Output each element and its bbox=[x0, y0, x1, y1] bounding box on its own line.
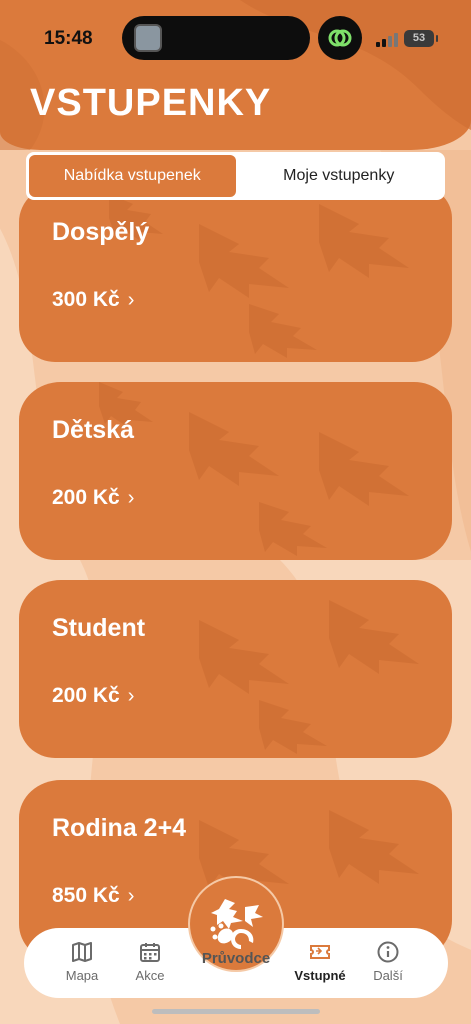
map-icon bbox=[72, 942, 92, 962]
tab-more[interactable]: Další bbox=[358, 940, 418, 983]
ticket-name: Dětská bbox=[52, 416, 134, 444]
media-thumbnail-icon bbox=[134, 24, 162, 52]
ticket-price-link[interactable]: 200 Kč › bbox=[52, 486, 134, 510]
footprints-pattern bbox=[109, 194, 409, 358]
tab-guide-label[interactable]: Průvodce bbox=[166, 950, 306, 967]
calendar-icon bbox=[140, 943, 160, 962]
chevron-right-icon: › bbox=[127, 288, 135, 311]
chevron-right-icon: › bbox=[127, 486, 135, 509]
ticket-icon bbox=[310, 945, 330, 959]
tab-label: Akce bbox=[135, 968, 165, 983]
ticket-name: Rodina 2+4 bbox=[52, 814, 187, 842]
dynamic-island bbox=[122, 16, 310, 60]
status-bar: 15:48 53 bbox=[0, 0, 471, 78]
chevron-right-icon: › bbox=[127, 884, 135, 907]
page-title: VSTUPENKY bbox=[30, 82, 272, 124]
segmented-control: Nabídka vstupenek Moje vstupenky bbox=[26, 152, 445, 200]
ticket-price-link[interactable]: 300 Kč › bbox=[52, 288, 134, 312]
chevron-right-icon: › bbox=[127, 684, 135, 707]
info-icon bbox=[377, 941, 399, 963]
tab-label: Další bbox=[373, 968, 403, 983]
status-time: 15:48 bbox=[44, 28, 93, 49]
ticket-card-child[interactable]: Dětská 200 Kč › bbox=[19, 382, 452, 560]
ticket-card-adult[interactable]: Dospělý 300 Kč › bbox=[19, 184, 452, 362]
activity-app-icon bbox=[318, 16, 362, 60]
ticket-price: 200 Kč bbox=[52, 486, 120, 509]
home-indicator bbox=[152, 1009, 320, 1014]
guide-logo-icon bbox=[210, 899, 263, 949]
ticket-price-link[interactable]: 850 Kč › bbox=[52, 884, 134, 908]
ticket-price: 300 Kč bbox=[52, 288, 120, 311]
ticket-name: Student bbox=[52, 614, 146, 642]
ticket-price: 850 Kč bbox=[52, 884, 120, 907]
tab-label: Mapa bbox=[65, 968, 99, 983]
tab-map[interactable]: Mapa bbox=[52, 940, 112, 983]
footprints-pattern bbox=[199, 600, 419, 754]
cellular-signal-icon bbox=[376, 33, 398, 47]
tab-label: Vstupné bbox=[294, 968, 346, 983]
ticket-price: 200 Kč bbox=[52, 684, 120, 707]
battery-icon: 53 bbox=[404, 30, 438, 47]
tab-ticket-offer[interactable]: Nabídka vstupenek bbox=[29, 155, 236, 197]
tab-my-tickets[interactable]: Moje vstupenky bbox=[236, 155, 443, 197]
footprints-pattern bbox=[99, 382, 409, 556]
ticket-name: Dospělý bbox=[52, 218, 150, 246]
ticket-price-link[interactable]: 200 Kč › bbox=[52, 684, 134, 708]
ticket-card-student[interactable]: Student 200 Kč › bbox=[19, 580, 452, 758]
